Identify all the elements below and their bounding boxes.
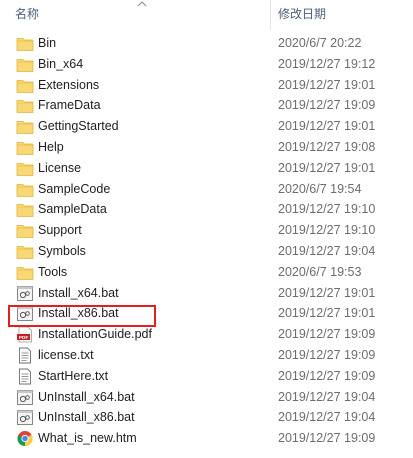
folder-icon [16,56,34,73]
bat-file-icon [16,285,34,302]
file-name: License [38,160,82,175]
file-row[interactable]: Install_x86.bat 2019/12/27 19:01 [0,303,413,324]
file-name: Install_x86.bat [38,306,119,321]
svg-text:PDF: PDF [19,335,29,341]
bat-file-icon [16,389,34,406]
file-date-modified: 2019/12/27 19:09 [278,431,376,446]
text-file-icon [16,368,34,385]
folder-icon [16,264,34,281]
file-row[interactable]: Support 2019/12/27 19:10 [0,220,413,241]
file-date-modified: 2019/12/27 19:09 [278,98,376,113]
folder-icon [16,97,34,114]
folder-icon [16,243,34,260]
file-name: StartHere.txt [38,368,109,383]
file-name: UnInstall_x86.bat [38,410,135,425]
file-date-modified: 2019/12/27 19:12 [278,56,376,71]
file-name: Bin [38,36,57,50]
file-row[interactable]: Install_x64.bat 2019/12/27 19:01 [0,283,413,304]
file-name: Help [38,139,64,154]
bat-file-icon [16,305,34,322]
sort-up-chevron-icon [137,1,147,7]
file-name: Extensions [38,77,100,92]
file-name: SampleCode [38,181,111,196]
file-name: Support [38,223,82,238]
text-file-icon [16,347,34,364]
file-name: Install_x64.bat [38,285,119,300]
file-date-modified: 2019/12/27 19:01 [278,77,376,92]
column-header-name[interactable]: 名称 [0,0,270,30]
file-row[interactable]: Tools 2020/6/7 19:53 [0,262,413,283]
chrome-html-icon [16,430,34,447]
file-date-modified: 2020/6/7 19:54 [278,181,362,196]
file-list: Bin 2020/6/7 20:22 Bin_x64 2019/12/27 19:1… [0,33,413,449]
file-name: InstallationGuide.pdf [38,327,152,342]
folder-icon [16,201,34,218]
file-date-modified: 2019/12/27 19:10 [278,202,376,217]
folder-icon [16,139,34,156]
file-date-modified: 2019/12/27 19:04 [278,410,376,425]
file-date-modified: 2019/12/27 19:10 [278,223,376,238]
file-row[interactable]: Help 2019/12/27 19:08 [0,137,413,158]
file-date-modified: 2019/12/27 19:09 [278,368,376,383]
pdf-file-icon: PDF [16,326,34,343]
file-date-modified: 2019/12/27 19:09 [278,347,376,362]
file-date-modified: 2019/12/27 19:04 [278,243,376,258]
file-row[interactable]: SampleCode 2020/6/7 19:54 [0,179,413,200]
file-name: FrameData [38,98,101,113]
folder-icon [16,35,34,52]
folder-icon [16,160,34,177]
file-date-modified: 2019/12/27 19:01 [278,119,376,134]
file-name: Tools [38,264,68,279]
file-row[interactable]: PDF InstallationGuide.pdf 2019/12/27 19:09 [0,324,413,345]
file-date-modified: 2020/6/7 20:22 [278,36,362,50]
file-name: UnInstall_x64.bat [38,389,135,404]
file-name: What_is_new.htm [38,431,137,446]
folder-icon [16,118,34,135]
file-date-modified: 2019/12/27 19:09 [278,327,376,342]
column-header-name-label: 名称 [15,7,40,21]
file-name: license.txt [38,347,94,362]
file-row[interactable]: FrameData 2019/12/27 19:09 [0,95,413,116]
file-row[interactable]: Bin 2020/6/7 20:22 [0,33,413,54]
file-date-modified: 2019/12/27 19:01 [278,285,376,300]
file-row[interactable]: Extensions 2019/12/27 19:01 [0,75,413,96]
file-row[interactable]: License 2019/12/27 19:01 [0,158,413,179]
file-date-modified: 2019/12/27 19:08 [278,139,376,154]
column-header-date-label: 修改日期 [278,7,327,21]
file-name: Bin_x64 [38,56,84,71]
column-header-date-modified[interactable]: 修改日期 [271,0,413,30]
file-name: GettingStarted [38,119,119,134]
file-row[interactable]: Bin_x64 2019/12/27 19:12 [0,54,413,75]
file-row[interactable]: Symbols 2019/12/27 19:04 [0,241,413,262]
file-name: Symbols [38,243,86,258]
folder-icon [16,222,34,239]
file-row[interactable]: UnInstall_x86.bat 2019/12/27 19:04 [0,407,413,428]
file-date-modified: 2019/12/27 19:01 [278,306,376,321]
file-row[interactable]: GettingStarted 2019/12/27 19:01 [0,116,413,137]
file-name: SampleData [38,202,107,217]
file-date-modified: 2019/12/27 19:04 [278,389,376,404]
file-row[interactable]: license.txt 2019/12/27 19:09 [0,345,413,366]
file-row[interactable]: UnInstall_x64.bat 2019/12/27 19:04 [0,387,413,408]
file-row[interactable]: SampleData 2019/12/27 19:10 [0,199,413,220]
bat-file-icon [16,409,34,426]
folder-icon [16,77,34,94]
file-date-modified: 2019/12/27 19:01 [278,160,376,175]
column-header-bar: 名称 修改日期 [0,0,413,30]
file-row[interactable]: StartHere.txt 2019/12/27 19:09 [0,366,413,387]
file-explorer-list: 名称 修改日期 Bin 2020/6/7 20:22 Bin_x64 2019/12… [0,0,413,458]
folder-icon [16,181,34,198]
file-date-modified: 2020/6/7 19:53 [278,264,362,279]
file-row[interactable]: What_is_new.htm 2019/12/27 19:09 [0,428,413,449]
